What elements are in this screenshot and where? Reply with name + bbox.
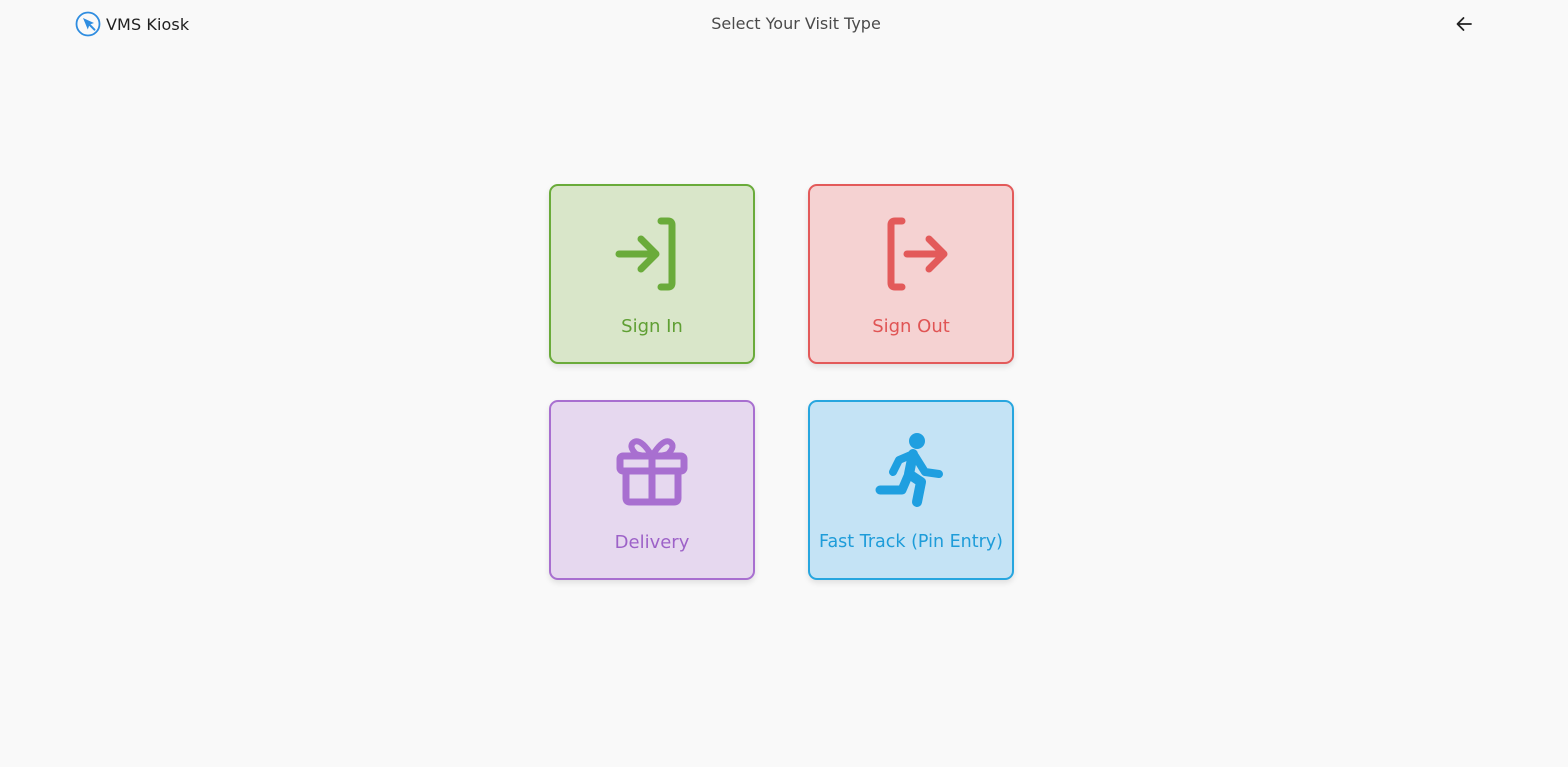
- sign-out-label: Sign Out: [872, 316, 950, 337]
- delivery-label: Delivery: [614, 532, 690, 553]
- running-person-icon: [875, 433, 943, 507]
- page-title: Select Your Visit Type: [711, 14, 881, 33]
- logout-arrow-icon: [887, 217, 948, 291]
- login-arrow-icon: [615, 217, 676, 291]
- sign-out-button[interactable]: Sign Out: [808, 184, 1014, 364]
- sign-in-label: Sign In: [621, 316, 683, 337]
- fast-track-button[interactable]: Fast Track (Pin Entry): [808, 400, 1014, 580]
- arrow-left-icon[interactable]: [1452, 12, 1476, 36]
- sign-in-button[interactable]: Sign In: [549, 184, 755, 364]
- fast-track-label: Fast Track (Pin Entry): [819, 532, 1003, 552]
- delivery-button[interactable]: Delivery: [549, 400, 755, 580]
- visit-type-grid: Sign In Sign Out Delivery Fast Track (Pi…: [549, 184, 1017, 583]
- top-bar: VMS Kiosk Select Your Visit Type: [0, 0, 1568, 48]
- gift-icon: [616, 438, 688, 506]
